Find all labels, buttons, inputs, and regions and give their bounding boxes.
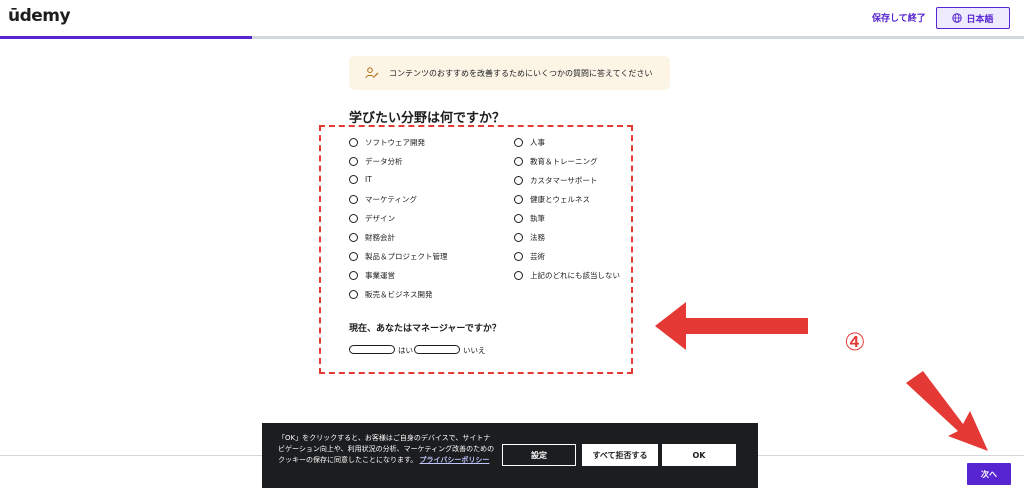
- annotation-step-number: ④: [844, 328, 866, 356]
- cookie-settings-button[interactable]: 設定: [502, 444, 576, 466]
- annotation-dashed-box: [319, 125, 633, 374]
- language-button[interactable]: 日本語: [936, 7, 1010, 29]
- language-label: 日本語: [966, 14, 994, 25]
- progress-bar-fill: [0, 36, 252, 39]
- question-title: 学びたい分野は何ですか？: [349, 111, 506, 126]
- progress-bar: [0, 36, 1024, 39]
- banner-text: コンテンツのおすすめを改善するためにいくつかの質問に答えてください: [389, 68, 653, 78]
- reject-all-button[interactable]: すべて拒否する: [582, 444, 658, 466]
- cookie-consent-banner: 「OK」をクリックすると、お客様はご自身のデバイスで、サイトナビゲーション向上や…: [262, 423, 758, 488]
- privacy-policy-link[interactable]: プライバシーポリシー: [420, 456, 490, 464]
- cookie-text-block: 「OK」をクリックすると、お客様はご自身のデバイスで、サイトナビゲーション向上や…: [278, 433, 496, 466]
- annotation-arrow-left: [655, 302, 808, 350]
- info-banner: コンテンツのおすすめを改善するためにいくつかの質問に答えてください: [349, 56, 670, 90]
- top-bar: ūdemy 保存して終了 日本語: [0, 0, 1024, 36]
- cookie-ok-button[interactable]: OK: [662, 444, 736, 466]
- globe-icon: [952, 13, 963, 23]
- save-and-exit-link[interactable]: 保存して終了: [872, 11, 926, 24]
- next-button[interactable]: 次へ: [967, 463, 1011, 485]
- udemy-logo[interactable]: ūdemy: [8, 6, 71, 26]
- annotation-arrow-diagonal: [906, 371, 988, 451]
- user-edit-icon: [365, 67, 379, 79]
